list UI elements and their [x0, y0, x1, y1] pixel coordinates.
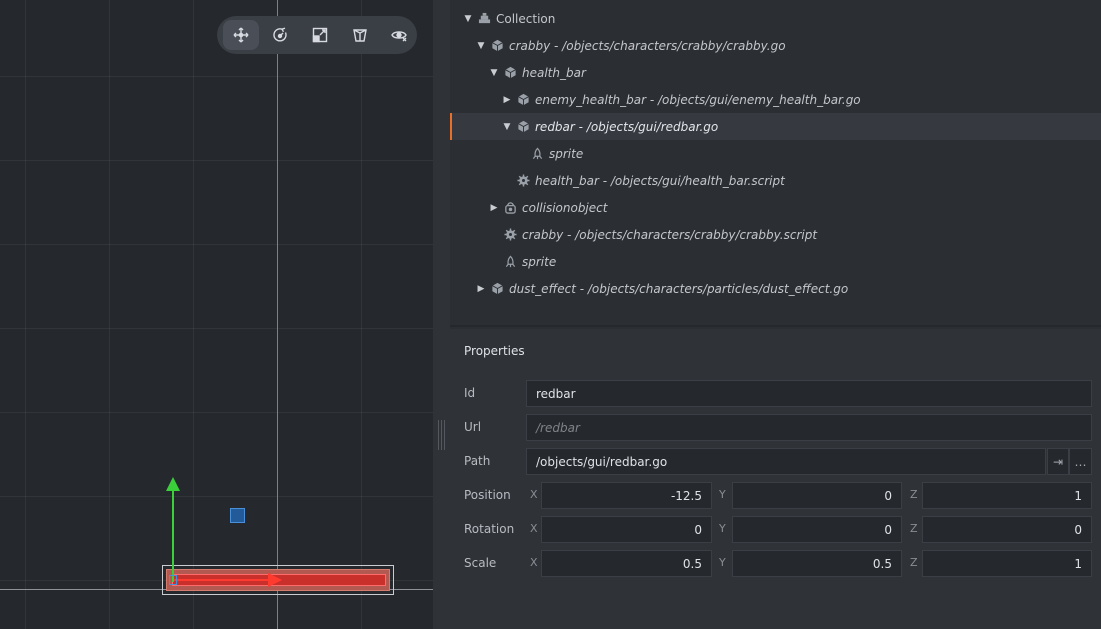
scale-tool-icon [312, 27, 328, 43]
expand-arrow-icon[interactable]: ▼ [462, 13, 474, 25]
tree-item-enemy-health-bar[interactable]: ▶ enemy_health_bar - /objects/gui/enemy_… [450, 86, 1101, 113]
game-object-icon [516, 93, 530, 107]
axis-x-label: X [530, 556, 538, 569]
tree-item-collisionobject[interactable]: ▶ collisionobject [450, 194, 1101, 221]
collapse-arrow-icon[interactable]: ▶ [488, 202, 500, 214]
perspective-camera-button[interactable] [342, 20, 378, 50]
tree-item-label: health_bar [522, 65, 586, 80]
position-z-field[interactable]: 1 [922, 482, 1092, 509]
perspective-camera-icon [352, 29, 367, 42]
properties-panel: Properties Id redbar Url /redbar Path /o… [450, 329, 1101, 629]
position-label: Position [464, 488, 511, 502]
gizmo-y-handle[interactable] [172, 486, 174, 582]
tree-item-crabby-script[interactable]: crabby - /objects/characters/crabby/crab… [450, 221, 1101, 248]
url-field[interactable]: /redbar [526, 414, 1092, 441]
gizmo-xy-plane-handle[interactable] [230, 508, 245, 523]
scale-z-field[interactable]: 1 [922, 550, 1092, 577]
game-object-icon [490, 39, 504, 53]
path-label: Path [464, 454, 491, 468]
rotation-z-field[interactable]: 0 [922, 516, 1092, 543]
tree-item-label: crabby - /objects/characters/crabby/crab… [509, 38, 786, 53]
expand-arrow-icon[interactable]: ▼ [475, 40, 487, 52]
rotate-tool-button[interactable] [263, 20, 299, 50]
browse-file-button[interactable]: … [1069, 448, 1092, 475]
visibility-filter-button[interactable] [381, 20, 417, 50]
position-x-field[interactable]: -12.5 [541, 482, 712, 509]
panel-splitter[interactable] [433, 0, 450, 629]
script-gear-icon [516, 174, 530, 188]
id-field[interactable]: redbar [526, 380, 1092, 407]
id-label: Id [464, 386, 476, 400]
tree-item-label: health_bar - /objects/gui/health_bar.scr… [535, 173, 785, 188]
tree-item-label: enemy_health_bar - /objects/gui/enemy_he… [535, 92, 861, 107]
tree-item-label: sprite [522, 254, 557, 269]
gizmo-x-handle[interactable] [174, 579, 270, 581]
collapse-arrow-icon[interactable]: ▶ [501, 94, 513, 106]
gizmo-x-arrow-icon[interactable] [268, 573, 282, 587]
collection-icon [477, 12, 491, 26]
move-tool-icon [233, 27, 249, 43]
axis-y-label: Y [719, 522, 726, 535]
visibility-filter-icon [391, 31, 407, 42]
rotate-tool-icon [273, 27, 288, 42]
collapse-arrow-icon[interactable]: ▶ [475, 283, 487, 295]
sprite-icon [503, 255, 517, 269]
scene-viewport[interactable] [0, 0, 433, 629]
tree-item-redbar[interactable]: ▼ redbar - /objects/gui/redbar.go [450, 113, 1101, 140]
collision-object-icon [503, 201, 517, 215]
gizmo-y-arrow-icon[interactable] [166, 477, 180, 491]
scale-x-field[interactable]: 0.5 [541, 550, 712, 577]
game-object-icon [490, 282, 504, 296]
expand-arrow-icon[interactable]: ▼ [501, 121, 513, 133]
expand-arrow-icon[interactable]: ▼ [488, 67, 500, 79]
scale-label: Scale [464, 556, 497, 570]
move-tool-button[interactable] [223, 20, 259, 50]
position-y-field[interactable]: 0 [732, 482, 902, 509]
axis-x-label: X [530, 488, 538, 501]
tree-item-sprite[interactable]: sprite [450, 140, 1101, 167]
tree-item-collection[interactable]: ▼ Collection [450, 5, 1101, 32]
tree-item-health-bar[interactable]: ▼ health_bar [450, 59, 1101, 86]
axis-z-label: Z [910, 556, 918, 569]
url-label: Url [464, 420, 482, 434]
axis-x-label: X [530, 522, 538, 535]
path-field[interactable]: /objects/gui/redbar.go [526, 448, 1046, 475]
tree-item-label: Collection [496, 11, 556, 26]
tree-item-health-bar-script[interactable]: health_bar - /objects/gui/health_bar.scr… [450, 167, 1101, 194]
properties-title: Properties [464, 344, 525, 358]
scene-toolbar [217, 16, 417, 54]
tree-item-label: sprite [549, 146, 584, 161]
scale-tool-button[interactable] [302, 20, 338, 50]
scale-y-field[interactable]: 0.5 [732, 550, 902, 577]
axis-z-label: Z [910, 522, 918, 535]
y-axis-line [277, 0, 278, 629]
tree-item-crabby-go[interactable]: ▼ crabby - /objects/characters/crabby/cr… [450, 32, 1101, 59]
rotation-y-field[interactable]: 0 [732, 516, 902, 543]
goto-file-button[interactable]: ⇥ [1047, 448, 1069, 475]
tree-item-label: crabby - /objects/characters/crabby/crab… [522, 227, 818, 242]
tree-item-label: collisionobject [522, 200, 608, 215]
tree-item-sprite[interactable]: sprite [450, 248, 1101, 275]
splitter-grip[interactable] [438, 420, 445, 450]
game-object-icon [503, 66, 517, 80]
axis-y-label: Y [719, 556, 726, 569]
rotation-x-field[interactable]: 0 [541, 516, 712, 543]
gizmo-origin [169, 575, 177, 585]
game-object-icon [516, 120, 530, 134]
axis-y-label: Y [719, 488, 726, 501]
script-gear-icon [503, 228, 517, 242]
tree-item-label: redbar - /objects/gui/redbar.go [535, 119, 719, 134]
axis-z-label: Z [910, 488, 918, 501]
tree-item-dust-effect[interactable]: ▶ dust_effect - /objects/characters/part… [450, 275, 1101, 302]
outline-panel: ▼ Collection ▼ crabby - /objects/charact… [450, 0, 1101, 327]
tree-item-label: dust_effect - /objects/characters/partic… [509, 281, 849, 296]
rotation-label: Rotation [464, 522, 515, 536]
sprite-icon [530, 147, 544, 161]
